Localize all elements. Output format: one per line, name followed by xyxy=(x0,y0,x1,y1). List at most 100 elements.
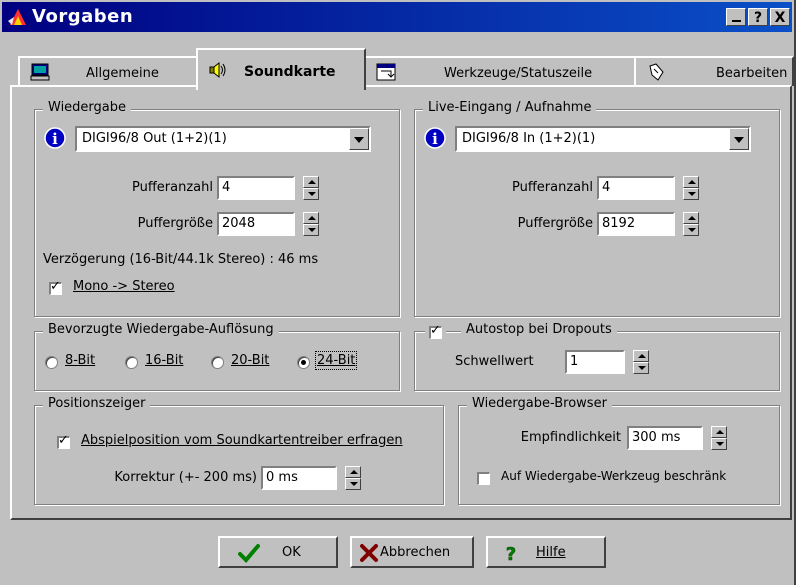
tab-label: Soundkarte xyxy=(244,64,336,80)
playback-device-select[interactable]: DIGI96/8 Out (1+2)(1) xyxy=(75,126,371,152)
recording-buffer-count-input[interactable]: 4 xyxy=(597,176,675,200)
tab-strip: Allgemeine Soundkarte Werkzeuge/Statusze… xyxy=(10,48,794,90)
speaker-icon xyxy=(209,61,226,79)
tab-werkzeuge-statuszeile[interactable]: Werkzeuge/Statuszeile xyxy=(364,56,636,86)
resolution-group: Bevorzugte Wiedergabe-Auflösung 8-Bit 16… xyxy=(34,322,400,391)
svg-text:?: ? xyxy=(506,544,516,564)
help-button-label: Hilfe xyxy=(536,545,566,560)
dropdown-button[interactable] xyxy=(729,128,749,150)
buffer-count-label: Pufferanzahl xyxy=(132,180,213,195)
spin-down-icon[interactable] xyxy=(303,188,319,200)
threshold-label: Schwellwert xyxy=(455,354,534,369)
spin-up-icon[interactable] xyxy=(711,426,727,438)
tab-bearbeiten[interactable]: Bearbeiten xyxy=(634,56,794,86)
recording-device-select[interactable]: DIGI96/8 In (1+2)(1) xyxy=(455,126,751,152)
recording-group-label: Live-Eingang / Aufnahme xyxy=(423,100,597,115)
svg-text:i: i xyxy=(52,130,58,148)
tab-label: Bearbeiten xyxy=(716,66,788,81)
ok-button[interactable]: OK xyxy=(218,536,338,568)
radio-16bit[interactable] xyxy=(125,356,138,369)
recording-device-value: DIGI96/8 In (1+2)(1) xyxy=(462,131,596,146)
restrict-browser-label[interactable]: Auf Wiedergabe-Werkzeug beschränk xyxy=(501,469,726,483)
autostop-checkbox[interactable]: ✓ xyxy=(429,324,442,339)
field-value: 2048 xyxy=(222,216,256,231)
close-icon xyxy=(360,544,378,562)
restrict-browser-checkbox[interactable] xyxy=(477,472,490,485)
browser-group-label: Wiedergabe-Browser xyxy=(467,396,612,411)
spin-down-icon[interactable] xyxy=(303,224,319,236)
dropdown-button[interactable] xyxy=(349,128,369,150)
recording-buffer-size-spinner[interactable] xyxy=(683,212,699,236)
spin-down-icon[interactable] xyxy=(683,224,699,236)
playback-buffer-size-input[interactable]: 2048 xyxy=(217,212,295,236)
sensitivity-spinner[interactable] xyxy=(711,426,727,450)
app-logo-icon xyxy=(8,9,26,25)
radio-20bit-label[interactable]: 20-Bit xyxy=(231,353,269,368)
buffer-count-label: Pufferanzahl xyxy=(512,180,593,195)
playback-buffer-size-spinner[interactable] xyxy=(303,212,319,236)
threshold-spinner[interactable] xyxy=(633,350,649,374)
autostop-group: ✓ Autostop bei Dropouts Schwellwert 1 xyxy=(414,322,780,391)
chevron-down-icon xyxy=(734,137,744,143)
info-icon[interactable]: i xyxy=(423,126,447,150)
radio-dot-icon xyxy=(301,360,306,365)
spin-up-icon[interactable] xyxy=(303,176,319,188)
spin-up-icon[interactable] xyxy=(303,212,319,224)
minimize-icon xyxy=(732,20,741,22)
minimize-button[interactable] xyxy=(726,8,746,26)
field-value: 8192 xyxy=(602,216,636,231)
svg-text:i: i xyxy=(432,130,438,148)
spin-up-icon[interactable] xyxy=(683,176,699,188)
sensitivity-input[interactable]: 300 ms xyxy=(627,426,703,450)
browser-group: Wiedergabe-Browser Empfindlichkeit 300 m… xyxy=(458,396,780,505)
radio-20bit[interactable] xyxy=(211,356,224,369)
question-mark-icon: ? xyxy=(506,544,517,564)
threshold-input[interactable]: 1 xyxy=(565,350,625,374)
tools-icon xyxy=(376,63,396,81)
mono-stereo-label[interactable]: Mono -> Stereo xyxy=(73,279,175,294)
checkmark-icon xyxy=(238,544,260,563)
playback-group-label: Wiedergabe xyxy=(43,100,132,115)
tab-label: Werkzeuge/Statuszeile xyxy=(444,66,593,81)
position-group: Positionszeiger ✓ Abspielposition vom So… xyxy=(34,396,444,505)
checkmark-icon: ✓ xyxy=(58,433,69,448)
field-value: 300 ms xyxy=(632,430,681,445)
tab-soundkarte[interactable]: Soundkarte xyxy=(196,48,366,90)
help-title-button[interactable]: ? xyxy=(748,8,768,26)
buffer-size-label: Puffergröße xyxy=(137,216,213,231)
spin-down-icon[interactable] xyxy=(345,478,361,490)
query-position-checkbox[interactable]: ✓ xyxy=(57,433,70,449)
playback-buffer-count-spinner[interactable] xyxy=(303,176,319,200)
correction-spinner[interactable] xyxy=(345,466,361,490)
cancel-button-label: Abbrechen xyxy=(380,545,451,560)
title-bar[interactable]: Vorgaben ? X xyxy=(2,2,792,32)
mono-stereo-checkbox[interactable]: ✓ xyxy=(49,280,62,295)
help-button[interactable]: ? Hilfe xyxy=(486,536,606,568)
autostop-label[interactable]: Autostop bei Dropouts xyxy=(461,322,617,337)
cancel-button[interactable]: Abbrechen xyxy=(350,536,474,568)
close-button[interactable]: X xyxy=(770,8,790,26)
info-icon[interactable]: i xyxy=(43,126,67,150)
radio-8bit-label[interactable]: 8-Bit xyxy=(65,353,95,368)
spin-up-icon[interactable] xyxy=(633,350,649,362)
spin-up-icon[interactable] xyxy=(345,466,361,478)
radio-16bit-label[interactable]: 16-Bit xyxy=(145,353,183,368)
playback-buffer-count-input[interactable]: 4 xyxy=(217,176,295,200)
playback-group: Wiedergabe i DIGI96/8 Out (1+2)(1) Puffe… xyxy=(34,100,400,317)
correction-label: Korrektur (+- 200 ms) xyxy=(114,470,257,485)
tab-allgemeine[interactable]: Allgemeine xyxy=(18,56,198,86)
spin-down-icon[interactable] xyxy=(633,362,649,374)
radio-24bit-label[interactable]: 24-Bit xyxy=(314,351,358,370)
field-value: 1 xyxy=(570,354,579,369)
spin-down-icon[interactable] xyxy=(683,188,699,200)
recording-buffer-size-input[interactable]: 8192 xyxy=(597,212,675,236)
dialog-window: Vorgaben ? X Allgemeine Soundkarte Werkz… xyxy=(0,0,796,585)
radio-8bit[interactable] xyxy=(45,356,58,369)
tab-label: Allgemeine xyxy=(86,66,159,81)
spin-up-icon[interactable] xyxy=(683,212,699,224)
recording-buffer-count-spinner[interactable] xyxy=(683,176,699,200)
spin-down-icon[interactable] xyxy=(711,438,727,450)
query-position-label[interactable]: Abspielposition vom Soundkartentreiber e… xyxy=(81,433,403,448)
radio-24bit[interactable] xyxy=(297,356,310,369)
correction-input[interactable]: 0 ms xyxy=(261,466,337,490)
